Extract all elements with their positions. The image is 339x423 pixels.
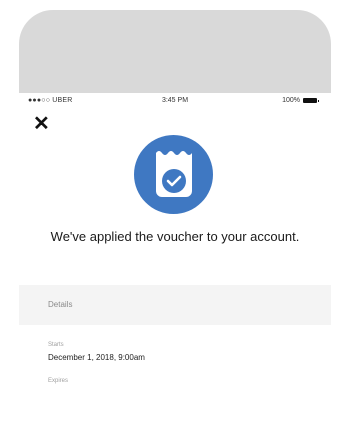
confirmation-message: We've applied the voucher to your accoun… bbox=[50, 229, 300, 244]
phone-frame: ●●●○○ UBER 3:45 PM 100% ✕ We've applied … bbox=[19, 10, 331, 423]
voucher-icon bbox=[156, 151, 192, 197]
voucher-badge bbox=[134, 135, 213, 214]
app-screen: ●●●○○ UBER 3:45 PM 100% ✕ We've applied … bbox=[19, 93, 331, 423]
battery-icon bbox=[303, 98, 319, 103]
battery-status: 100% bbox=[282, 97, 319, 104]
battery-percent: 100% bbox=[282, 97, 300, 104]
starts-value: December 1, 2018, 9:00am bbox=[48, 353, 145, 362]
checkmark-badge bbox=[162, 169, 186, 193]
details-section-header: Details bbox=[19, 285, 331, 325]
details-label: Details bbox=[48, 300, 73, 309]
close-icon[interactable]: ✕ bbox=[33, 114, 50, 134]
expires-label: Expires bbox=[48, 378, 69, 384]
starts-label: Starts bbox=[48, 342, 64, 348]
status-bar: ●●●○○ UBER 3:45 PM 100% bbox=[19, 93, 331, 107]
